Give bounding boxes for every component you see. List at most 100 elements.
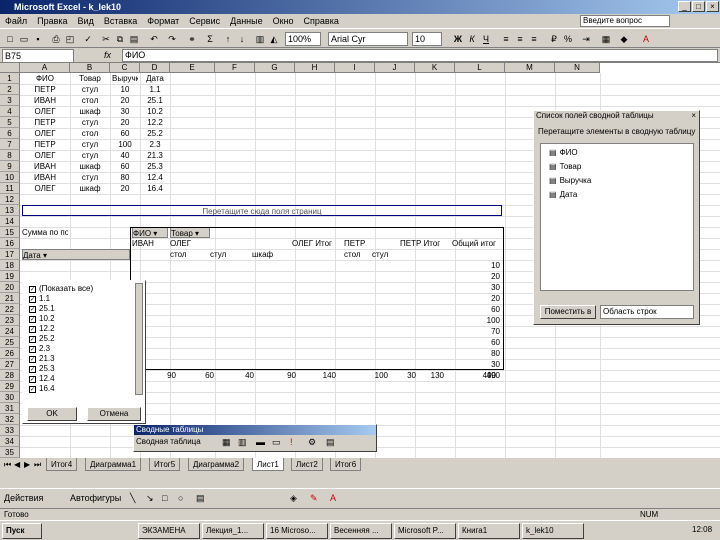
source-data-cell[interactable]: ОЛЕГ [22, 128, 68, 139]
tab-scroll-icon[interactable]: ◀ [14, 458, 20, 472]
arrow-icon[interactable]: ↘ [146, 493, 154, 504]
pivot-data-label[interactable]: Сумма по полю Выручка [22, 227, 68, 238]
row-header[interactable]: 16 [0, 238, 20, 249]
row-header[interactable]: 6 [0, 128, 20, 139]
pivot-grand-total-cell[interactable]: 60 [452, 304, 500, 315]
pivot-sub-header[interactable]: стул [372, 249, 408, 260]
preview-icon[interactable]: ◰ [64, 33, 76, 45]
taskbar-button[interactable]: Microsoft P... [394, 523, 456, 539]
pivot-column-header[interactable]: ПЕТР Итог [400, 238, 450, 249]
taskbar-button[interactable]: Весенняя ... [330, 523, 392, 539]
filter-item[interactable]: ✓ 12.2 [29, 324, 55, 334]
pivot-column-header[interactable]: ПЕТР [344, 238, 394, 249]
font-color-icon[interactable]: A [640, 33, 652, 45]
column-header[interactable]: N [555, 63, 600, 73]
source-data-cell[interactable]: 1.1 [142, 84, 168, 95]
source-data-cell[interactable]: 2.3 [142, 139, 168, 150]
sort-asc-icon[interactable]: ↑ [222, 33, 234, 45]
fill-bucket-icon[interactable]: ◈ [290, 493, 297, 504]
row-header[interactable]: 2 [0, 84, 20, 95]
column-header[interactable]: C [110, 63, 140, 73]
textbox-icon[interactable]: ▤ [196, 493, 205, 504]
source-data-cell[interactable]: стул [72, 139, 108, 150]
pivot-total-row-cell[interactable]: 490 [452, 370, 496, 381]
taskbar-button[interactable]: Лекция_1... [202, 523, 264, 539]
source-data-cell[interactable]: ИВАН [22, 161, 68, 172]
source-data-cell[interactable]: стул [72, 117, 108, 128]
source-data-cell[interactable]: 20 [112, 95, 138, 106]
menu-item[interactable]: Сервис [184, 14, 225, 28]
row-header[interactable]: 11 [0, 183, 20, 194]
menu-item[interactable]: Окно [268, 14, 299, 28]
source-data-cell[interactable]: стол [72, 128, 108, 139]
sheet-tab[interactable]: Итог4 [46, 458, 78, 471]
pivot-grand-total-cell[interactable]: 100 [452, 315, 500, 326]
undo-icon[interactable]: ↶ [148, 33, 160, 45]
field-settings-icon[interactable]: ⚙ [308, 437, 316, 448]
close-button[interactable]: × [706, 1, 719, 12]
column-header[interactable]: I [335, 63, 375, 73]
pivot-sub-header[interactable]: стул [210, 249, 246, 260]
column-header[interactable]: A [20, 63, 70, 73]
new-icon[interactable]: □ [4, 33, 16, 45]
source-data-cell[interactable]: ОЛЕГ [22, 106, 68, 117]
row-header[interactable]: 23 [0, 315, 20, 326]
pivot-page-drop-zone[interactable]: Перетащите сюда поля страниц [22, 205, 502, 216]
font-size-select[interactable]: 10 [412, 32, 442, 46]
row-header[interactable]: 26 [0, 348, 20, 359]
tab-scroll-icon[interactable]: ⏭ [34, 458, 41, 472]
source-data-cell[interactable]: ПЕТР [22, 117, 68, 128]
row-header[interactable]: 19 [0, 271, 20, 282]
pivot-column-header[interactable]: ИВАН [132, 238, 168, 249]
column-header[interactable]: M [505, 63, 555, 73]
pivot-column-header[interactable]: ОЛЕГ Итог [292, 238, 342, 249]
filter-item[interactable]: ✓ 25.1 [29, 304, 55, 314]
menu-item[interactable]: Вставка [99, 14, 142, 28]
pivot-grand-total-cell[interactable]: 30 [452, 359, 500, 370]
sort-desc-icon[interactable]: ↓ [236, 33, 248, 45]
source-header-cell[interactable]: Выручка [112, 73, 138, 84]
source-data-cell[interactable]: 21.3 [142, 150, 168, 161]
source-data-cell[interactable]: 30 [112, 106, 138, 117]
filter-checkbox[interactable]: ✓ [29, 336, 36, 343]
menu-item[interactable]: Вид [73, 14, 99, 28]
column-header[interactable]: K [415, 63, 455, 73]
filter-checkbox[interactable]: ✓ [29, 326, 36, 333]
spelling-icon[interactable]: ✓ [82, 33, 94, 45]
filter-checkbox[interactable]: ✓ [29, 366, 36, 373]
pivot-field-tovar[interactable]: Товар ▾ [170, 227, 210, 238]
source-header-cell[interactable]: ФИО [22, 73, 68, 84]
column-header[interactable]: B [70, 63, 110, 73]
sheet-tab[interactable]: Диаграмма1 [85, 458, 142, 471]
row-header[interactable]: 27 [0, 359, 20, 370]
menu-item[interactable]: Правка [32, 14, 72, 28]
pivot-sub-header[interactable]: шкаф [252, 249, 288, 260]
paste-icon[interactable]: ▤ [128, 33, 140, 45]
row-header[interactable]: 1 [0, 73, 20, 84]
filter-checkbox[interactable]: ✓ [29, 286, 36, 293]
filter-cancel-button[interactable]: Отмена [87, 407, 141, 421]
source-data-cell[interactable]: стул [72, 172, 108, 183]
row-header[interactable]: 31 [0, 403, 20, 414]
pivot-grand-total-cell[interactable]: 80 [452, 348, 500, 359]
field-list-item[interactable]: ▤ Дата [549, 190, 577, 200]
row-header[interactable]: 8 [0, 150, 20, 161]
source-data-cell[interactable]: 60 [112, 128, 138, 139]
row-header[interactable]: 15 [0, 227, 20, 238]
source-data-cell[interactable]: ОЛЕГ [22, 183, 68, 194]
start-button[interactable]: Пуск [2, 523, 42, 539]
align-right-icon[interactable]: ≡ [528, 33, 540, 45]
font-select[interactable]: Arial Cyr [328, 32, 408, 46]
source-data-cell[interactable]: ИВАН [22, 95, 68, 106]
menu-item[interactable]: Файл [0, 14, 32, 28]
menu-item[interactable]: Формат [142, 14, 184, 28]
filter-checkbox[interactable]: ✓ [29, 296, 36, 303]
source-data-cell[interactable]: 20 [112, 117, 138, 128]
taskbar-button[interactable]: Книга1 [458, 523, 520, 539]
filter-ok-button[interactable]: OK [27, 407, 77, 421]
row-header[interactable]: 22 [0, 304, 20, 315]
row-header[interactable]: 12 [0, 194, 20, 205]
filter-checkbox[interactable]: ✓ [29, 386, 36, 393]
filter-item[interactable]: ✓ 2.3 [29, 344, 50, 354]
column-header[interactable]: E [170, 63, 215, 73]
